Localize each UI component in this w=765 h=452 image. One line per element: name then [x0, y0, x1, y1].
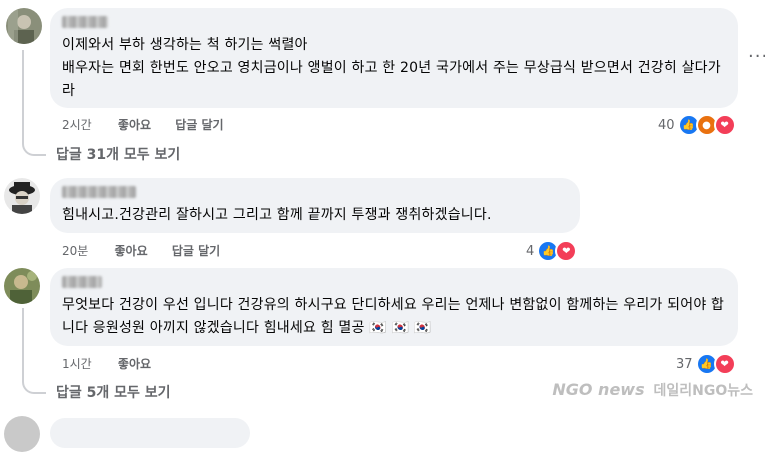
- reactions-summary[interactable]: 4 👍 ❤: [526, 240, 578, 262]
- love-icon: ❤: [555, 240, 578, 262]
- comment-text: 이제와서 부하 생각하는 척 하기는 썩렬아 배우자는 면회 한번도 안오고 영…: [62, 37, 721, 99]
- thread-line: [22, 50, 46, 156]
- view-replies-link[interactable]: 답글 5개 모두 보기: [56, 382, 171, 402]
- reaction-count: 37: [676, 356, 693, 372]
- more-options-button[interactable]: ···: [748, 46, 765, 67]
- comment-time[interactable]: 2시간: [62, 118, 92, 132]
- reaction-count: 4: [526, 243, 535, 259]
- comment-meta: 1시간 좋아요: [62, 355, 171, 372]
- reaction-count: 40: [658, 117, 675, 133]
- comment-meta: 20분 좋아요 답글 달기: [62, 242, 240, 259]
- comment-bubble: [50, 418, 250, 448]
- like-button[interactable]: 좋아요: [118, 118, 151, 132]
- avatar[interactable]: [4, 268, 40, 304]
- comment-bubble: 무엇보다 건강이 우선 입니다 건강유의 하시구요 단디하세요 우리는 언제나 …: [50, 268, 738, 346]
- avatar[interactable]: [4, 416, 40, 452]
- author-name-blurred[interactable]: [62, 16, 108, 28]
- avatar[interactable]: [4, 178, 40, 214]
- reactions-summary[interactable]: 40 👍 ● ❤: [658, 114, 736, 136]
- watermark-text: 데일리NGO뉴스: [653, 383, 753, 399]
- like-button[interactable]: 좋아요: [118, 357, 151, 371]
- watermark: NGO news 데일리NGO뉴스: [552, 380, 753, 400]
- watermark-logo: NGO news: [552, 380, 645, 399]
- comment-text: 힘내시고.건강관리 잘하시고 그리고 함께 끝까지 투쟁과 쟁취하겠습니다.: [62, 207, 492, 223]
- thread-line: [22, 308, 46, 394]
- reply-button[interactable]: 답글 달기: [175, 118, 223, 132]
- view-replies-link[interactable]: 답글 31개 모두 보기: [56, 144, 180, 164]
- love-icon: ❤: [713, 353, 736, 375]
- comment-time[interactable]: 20분: [62, 244, 88, 258]
- comment-text: 무엇보다 건강이 우선 입니다 건강유의 하시구요 단디하세요 우리는 언제나 …: [62, 297, 725, 336]
- comment-time[interactable]: 1시간: [62, 357, 92, 371]
- love-icon: ❤: [713, 114, 736, 136]
- comment-meta: 2시간 좋아요 답글 달기: [62, 116, 244, 133]
- author-name-blurred[interactable]: [62, 276, 102, 288]
- reply-button[interactable]: 답글 달기: [172, 244, 220, 258]
- avatar[interactable]: [6, 8, 42, 44]
- like-button[interactable]: 좋아요: [115, 244, 148, 258]
- author-name-blurred[interactable]: [62, 186, 136, 198]
- comment-bubble: 힘내시고.건강관리 잘하시고 그리고 함께 끝까지 투쟁과 쟁취하겠습니다.: [50, 178, 580, 233]
- comment-bubble: 이제와서 부하 생각하는 척 하기는 썩렬아 배우자는 면회 한번도 안오고 영…: [50, 8, 738, 108]
- reactions-summary[interactable]: 37 👍 ❤: [676, 353, 736, 375]
